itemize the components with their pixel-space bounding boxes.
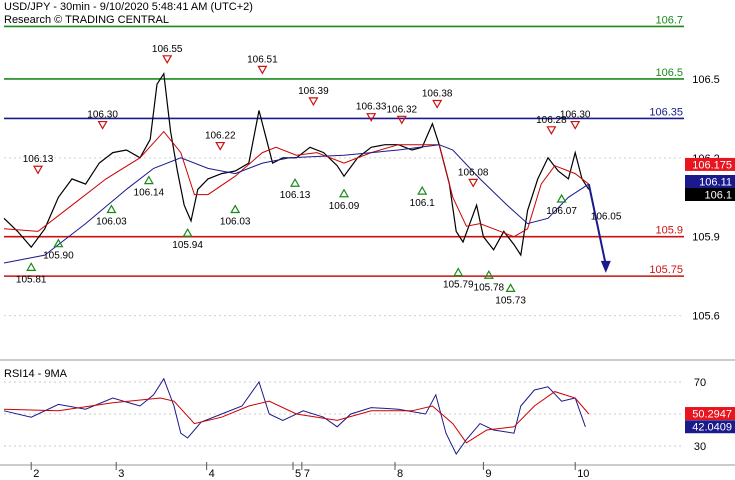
time-tick-label: 3 bbox=[118, 468, 124, 480]
time-tick-label: 5 bbox=[295, 468, 301, 480]
swing-low-marker bbox=[106, 204, 117, 214]
price-badge-label: 106.1 bbox=[704, 190, 732, 202]
series-close bbox=[3, 71, 590, 257]
level-label: 106.7 bbox=[655, 14, 683, 26]
swing-low-marker bbox=[483, 270, 494, 279]
swing-low-label: 105.81 bbox=[16, 274, 47, 285]
rsi-series-ma9 bbox=[3, 391, 590, 444]
swing-high-label: 106.13 bbox=[23, 154, 54, 165]
series-ma-blue bbox=[3, 144, 590, 264]
swing-high-marker bbox=[162, 55, 173, 65]
swing-high-marker bbox=[570, 120, 581, 130]
price-tick-label: 106.5 bbox=[692, 74, 720, 86]
projection-arrow bbox=[587, 183, 607, 266]
swing-low-label: 106.07 bbox=[546, 206, 577, 217]
swing-low-marker bbox=[505, 283, 516, 292]
swing-high-label: 106.38 bbox=[422, 89, 453, 100]
swing-high-marker bbox=[308, 97, 319, 107]
time-tick-label: 8 bbox=[397, 468, 403, 480]
swing-high-marker bbox=[97, 120, 108, 130]
swing-high-marker bbox=[366, 113, 377, 122]
time-tick-label: 2 bbox=[33, 468, 39, 480]
rsi-tick-label: 70 bbox=[694, 377, 706, 389]
level-label: 106.5 bbox=[655, 67, 683, 79]
price-badge-label: 106.11 bbox=[699, 177, 732, 189]
swing-low-marker bbox=[230, 204, 241, 214]
swing-low-label: 106.09 bbox=[329, 201, 360, 212]
chart-canvas[interactable]: 106.7106.5106.35105.9105.75106.13106.301… bbox=[0, 0, 735, 480]
time-tick-label: 9 bbox=[485, 468, 491, 480]
swing-high-marker bbox=[468, 178, 479, 188]
level-label: 105.9 bbox=[655, 225, 683, 237]
swing-high-label: 106.55 bbox=[152, 44, 183, 55]
swing-high-marker bbox=[215, 141, 226, 151]
time-tick-label: 10 bbox=[577, 468, 589, 480]
swing-low-label: 105.78 bbox=[474, 282, 505, 293]
swing-low-marker bbox=[338, 188, 350, 198]
swing-high-label: 106.30 bbox=[87, 110, 118, 121]
swing-low-label: 105.79 bbox=[443, 280, 474, 291]
rsi-series-rsi14 bbox=[3, 377, 586, 455]
swing-low-label: 105.73 bbox=[495, 295, 526, 306]
swing-high-label: 106.30 bbox=[560, 110, 591, 121]
swing-high-label: 106.33 bbox=[356, 102, 387, 113]
swing-low-label: 106.14 bbox=[134, 188, 165, 199]
swing-high-label: 106.51 bbox=[247, 54, 278, 65]
swing-low-marker bbox=[53, 238, 64, 248]
swing-high-marker bbox=[257, 65, 268, 75]
series-ma-red bbox=[3, 130, 590, 238]
time-tick-label: 4 bbox=[209, 468, 215, 480]
level-label: 105.75 bbox=[649, 264, 683, 276]
swing-high-label: 106.22 bbox=[205, 131, 236, 142]
swing-low-marker bbox=[182, 227, 193, 237]
swing-low-marker bbox=[417, 185, 428, 195]
price-tick-label: 105.9 bbox=[692, 232, 720, 244]
swing-low-label: 106.03 bbox=[220, 217, 251, 228]
swing-high-label: 106.39 bbox=[298, 86, 329, 97]
swing-low-marker bbox=[26, 262, 37, 271]
swing-high-marker bbox=[396, 115, 407, 125]
projection-arrowhead bbox=[600, 260, 611, 273]
swing-high-marker bbox=[432, 99, 443, 109]
rsi-badge-label: 42.0409 bbox=[692, 422, 732, 434]
swing-high-marker bbox=[32, 165, 44, 175]
swing-low-label: 106.03 bbox=[96, 217, 127, 228]
time-tick-label: 7 bbox=[304, 468, 310, 480]
rsi-tick-label: 30 bbox=[694, 441, 706, 453]
point-label: 106.05 bbox=[591, 211, 622, 222]
swing-high-marker bbox=[546, 126, 557, 136]
swing-low-label: 105.90 bbox=[43, 251, 74, 262]
price-badge-label: 106.175 bbox=[692, 159, 732, 171]
rsi-title: RSI14 - 9MA bbox=[4, 368, 68, 380]
level-label: 106.35 bbox=[649, 106, 683, 118]
swing-high-label: 106.08 bbox=[458, 167, 489, 178]
swing-high-label: 106.32 bbox=[387, 104, 418, 115]
swing-low-label: 106.13 bbox=[280, 190, 311, 201]
price-tick-label: 105.6 bbox=[692, 311, 720, 323]
swing-low-marker bbox=[453, 267, 464, 277]
swing-low-marker bbox=[143, 175, 154, 185]
rsi-badge-label: 50.2947 bbox=[692, 409, 732, 421]
swing-low-label: 105.94 bbox=[172, 240, 203, 251]
swing-low-marker bbox=[290, 178, 301, 187]
swing-low-label: 106.1 bbox=[410, 198, 435, 209]
swing-low-marker bbox=[556, 193, 567, 203]
